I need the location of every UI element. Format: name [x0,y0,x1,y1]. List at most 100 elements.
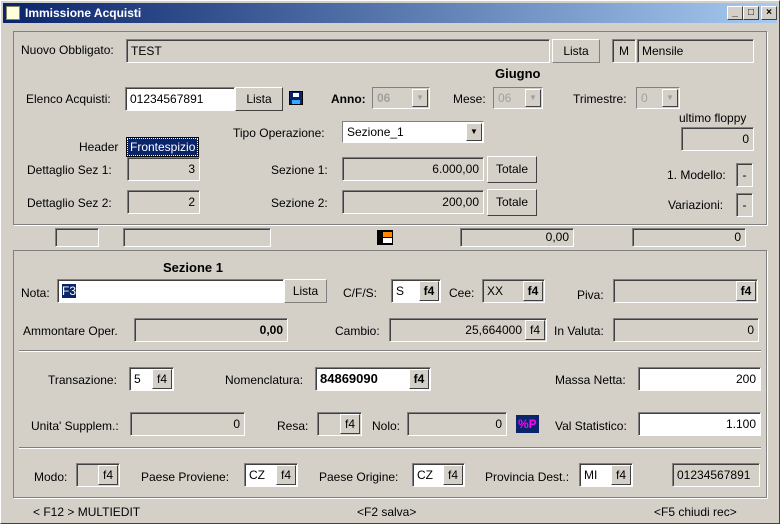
paese-proviene-input[interactable]: CZ f4 [244,463,298,487]
provincia-dest-lookup-button[interactable]: f4 [611,465,631,485]
modello-label: 1. Modello: [667,168,726,182]
close-button[interactable]: × [761,6,777,20]
unita-supplem-label: Unita' Supplem.: [31,419,119,433]
ultimo-floppy-field: 0 [681,127,754,151]
val-statistico-input[interactable]: 1.100 [638,412,761,436]
lista-obbligato-button[interactable]: Lista [552,39,600,63]
periodicity-code: M [612,39,636,63]
divider [19,350,761,352]
status-cell-1 [55,228,99,247]
f12-multiedit-hint[interactable]: < F12 > MULTIEDIT [33,504,140,520]
nota-input[interactable]: F3 [57,279,284,303]
nota-value: F3 [62,284,77,298]
trimestre-value: 0 [641,91,648,105]
transazione-input[interactable]: 5 f4 [129,367,174,391]
ammontare-label: Ammontare Oper. [23,324,118,338]
dettaglio-sez1-label: Dettaglio Sez 1: [27,163,112,177]
maximize-button[interactable]: □ [743,6,759,20]
nuovo-obbligato-field[interactable]: TEST [126,39,550,63]
minimize-button[interactable]: _ [727,6,743,20]
ultimo-floppy-label: ultimo floppy [679,111,747,125]
tipo-operazione-label: Tipo Operazione: [233,126,325,140]
tipo-operazione-select[interactable]: Sezione_1 ▼ [342,121,484,143]
nomenclatura-lookup-button[interactable]: f4 [409,369,429,389]
save-floppy-icon[interactable] [289,91,303,105]
nota-lista-button[interactable]: Lista [284,279,327,303]
modo-lookup-button[interactable]: f4 [98,465,118,485]
paese-origine-value: CZ [417,468,433,482]
totale-sezione2-button[interactable]: Totale [487,189,537,216]
cfs-value: S [396,284,405,298]
divider [19,447,761,449]
status-amount: 0,00 [460,228,574,247]
resa-lookup-button[interactable]: f4 [340,414,360,434]
trimestre-label: Trimestre: [573,92,627,106]
transazione-lookup-button[interactable]: f4 [152,369,172,389]
f5-chiudi-hint[interactable]: <F5 chiudi rec> [654,504,737,520]
variazioni-field: - [736,193,753,217]
transazione-label: Transazione: [48,373,117,387]
resa-label: Resa: [277,419,309,433]
percent-p-button[interactable]: %P [516,415,539,433]
mese-select[interactable]: 06 ▼ [493,87,543,109]
chevron-down-icon[interactable]: ▼ [466,123,482,141]
anno-select[interactable]: 06 ▼ [372,87,430,109]
main-window: Immissione Acquisti _ □ × Nuovo Obbligat… [0,0,780,524]
header-frontespizio-field[interactable]: Frontespizio [125,137,200,157]
nomenclatura-value: 84869090 [320,371,378,386]
dettaglio-sez2-field: 2 [127,190,200,214]
piva-input[interactable]: f4 [613,279,758,303]
trimestre-select[interactable]: 0 ▼ [636,87,680,109]
unita-supplem-field[interactable]: 0 [130,412,245,436]
paese-proviene-value: CZ [249,468,265,482]
piva-display-field: 01234567891 [672,463,760,487]
paese-proviene-lookup-button[interactable]: f4 [276,465,296,485]
transazione-value: 5 [134,372,141,386]
lista-elenco-button[interactable]: Lista [235,87,283,111]
chevron-down-icon[interactable]: ▼ [412,89,428,107]
elenco-acquisti-input[interactable]: 01234567891 [125,87,235,111]
cambio-label: Cambio: [335,324,380,338]
sezione2-total-label: Sezione 2: [271,196,328,210]
piva-label: Piva: [577,288,604,302]
cfs-lookup-button[interactable]: f4 [419,281,439,301]
in-valuta-field: 0 [613,318,759,342]
provincia-dest-input[interactable]: MI f4 [579,463,633,487]
tipo-operazione-value: Sezione_1 [347,125,404,139]
sezione2-total-field: 200,00 [342,190,484,214]
status-count: 0 [632,228,746,247]
chevron-down-icon[interactable]: ▼ [525,89,541,107]
paese-origine-input[interactable]: CZ f4 [412,463,465,487]
f3-flag-icon [377,230,393,245]
massa-netta-label: Massa Netta: [555,373,626,387]
nolo-field[interactable]: 0 [407,412,507,436]
variazioni-label: Variazioni: [668,198,724,212]
chevron-down-icon[interactable]: ▼ [662,89,678,107]
cee-input[interactable]: XX f4 [482,279,545,303]
cambio-input[interactable]: 25,664000 f4 [389,318,547,342]
f2-salva-hint[interactable]: <F2 salva> [357,504,416,520]
ammontare-field[interactable]: 0,00 [134,318,288,342]
dettaglio-sez1-field: 3 [127,157,200,181]
title-bar[interactable]: Immissione Acquisti _ □ × [3,3,777,23]
nolo-label: Nolo: [372,419,401,433]
periodicity-desc: Mensile [637,39,754,63]
massa-netta-input[interactable]: 200 [638,367,761,391]
paese-origine-lookup-button[interactable]: f4 [443,465,463,485]
nota-label: Nota: [21,286,50,300]
mese-label: Mese: [453,92,486,106]
cee-value: XX [487,284,504,298]
dettaglio-sez2-label: Dettaglio Sez 2: [27,196,112,210]
val-statistico-label: Val Statistico: [555,419,627,433]
totale-sezione1-button[interactable]: Totale [487,156,537,183]
cambio-lookup-button[interactable]: f4 [525,320,545,340]
resa-input[interactable]: f4 [317,412,362,436]
nomenclatura-input[interactable]: 84869090 f4 [315,367,431,391]
piva-lookup-button[interactable]: f4 [736,281,756,301]
modo-input[interactable]: f4 [76,463,120,487]
app-icon [6,6,20,20]
cfs-input[interactable]: Sf4 [391,279,441,303]
cee-lookup-button[interactable]: f4 [523,281,543,301]
sezione1-total-label: Sezione 1: [271,163,328,177]
in-valuta-label: In Valuta: [554,324,604,338]
